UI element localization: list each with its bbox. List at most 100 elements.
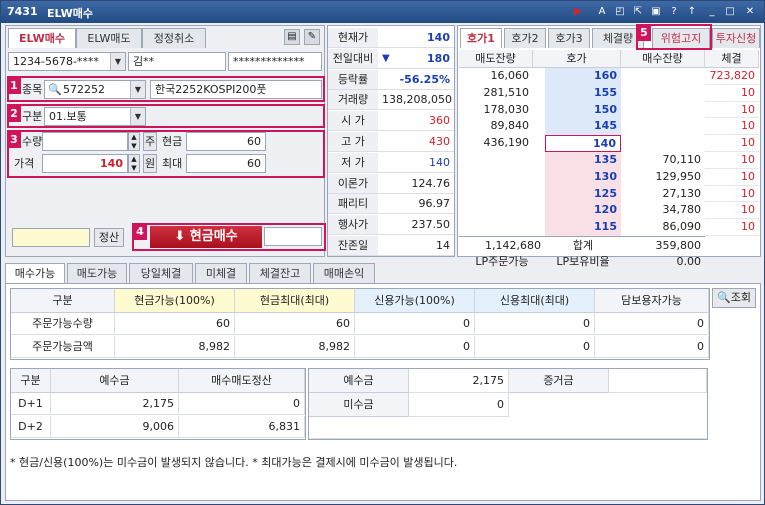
minimize-icon[interactable]: _ <box>705 5 719 19</box>
popup-icon[interactable]: ◰ <box>613 5 627 19</box>
price-stepper[interactable]: ▲ ▼ <box>128 154 140 173</box>
close-icon[interactable]: ✕ <box>743 5 757 19</box>
restore-icon[interactable]: ▣ <box>649 5 663 19</box>
memo-field[interactable] <box>12 228 90 247</box>
lp-ratio-value: 0.00 <box>676 255 702 268</box>
tab-bottom[interactable]: 미체결 <box>195 263 247 283</box>
quote-label: 고 가 <box>328 132 378 152</box>
bottom-panel: 🔍조회 구분 현금가능(100%) 현금최대(최대) 신용가능(100%) 신용최대(최… <box>5 283 761 501</box>
quote-label: 거래량 <box>328 90 378 111</box>
tab-bottom[interactable]: 매도가능 <box>67 263 127 283</box>
badge-1: 1 <box>7 78 21 94</box>
settle-button[interactable]: 정산 <box>94 228 124 247</box>
buy-aux-field[interactable] <box>264 227 322 246</box>
account-select[interactable]: 1234-5678-**** ▼ <box>8 52 126 71</box>
download-icon: ⬇ <box>174 229 190 244</box>
type-label: 구분 <box>22 110 43 123</box>
bid-price[interactable]: 135 <box>545 152 621 169</box>
tab-elw-buy[interactable]: ELW매수 <box>8 28 76 48</box>
fill-value: 10 <box>705 152 759 169</box>
avail-header: 담보용자가능 <box>595 289 709 313</box>
quote-label: 행사가 <box>328 215 378 236</box>
fill-value: 10 <box>705 102 759 119</box>
avail-cell: 0 <box>475 313 595 335</box>
search-icon[interactable]: 🔍 <box>48 81 62 98</box>
qty-label: 수량 <box>22 135 43 148</box>
bid-price[interactable]: 115 <box>545 219 621 236</box>
ask-price[interactable]: 155 <box>545 84 621 102</box>
fill-value: 10 <box>705 118 759 136</box>
price-input[interactable]: 140 <box>42 154 128 173</box>
avail-header: 신용가능(100%) <box>355 289 475 313</box>
tab-risk-notice[interactable]: 위험고지 <box>652 28 710 48</box>
pin-icon[interactable]: ↑ <box>685 5 699 19</box>
deposit-cell: 9,006 <box>51 416 179 438</box>
order-panel: ELW매수 ELW매도 정정취소 ▤ ✎ 1234-5678-**** ▼ 김**… <box>5 25 326 257</box>
avail-cell: 60 <box>115 313 235 335</box>
qty-input[interactable] <box>42 132 128 151</box>
play-icon[interactable]: ▶ <box>571 5 585 19</box>
tab-book2[interactable]: 호가2 <box>504 28 546 48</box>
tab-bottom[interactable]: 당일체결 <box>129 263 193 283</box>
link-icon[interactable]: ⇱ <box>631 5 645 19</box>
tab-elw-sell[interactable]: ELW매도 <box>76 28 142 48</box>
tab-book1[interactable]: 호가1 <box>460 28 502 48</box>
tool-icon[interactable]: ✎ <box>304 29 320 45</box>
bid-qty: 34,780 <box>662 203 702 217</box>
item-label: 종목 <box>22 83 43 96</box>
item-code-input[interactable]: 🔍 572252 ▼ <box>44 80 146 99</box>
max-label: 최대 <box>162 157 183 170</box>
password-field[interactable]: ************* <box>228 52 322 71</box>
deposit-table: 구분 예수금 매수매도정산 D+1 2,175 0 D+2 9,006 6,831 <box>10 368 306 440</box>
margin-header: 증거금 <box>509 369 609 393</box>
deposit-cell: 6,831 <box>179 416 305 438</box>
deposit2-empty <box>309 417 707 439</box>
quote-label: 잔존일 <box>328 236 378 256</box>
bid-price[interactable]: 130 <box>545 168 621 186</box>
deposit-header: 구분 <box>11 369 51 393</box>
bid-price[interactable]: 120 <box>545 202 621 220</box>
tab-bottom[interactable]: 매매손익 <box>313 263 375 283</box>
font-icon[interactable]: A <box>595 5 609 19</box>
order-type-select[interactable]: 01.보통 ▼ <box>44 107 146 126</box>
tab-book3[interactable]: 호가3 <box>548 28 590 48</box>
save-icon[interactable]: ▤ <box>284 29 300 45</box>
ask-price[interactable]: 160 <box>545 68 621 85</box>
quote-value: 360 <box>378 111 454 132</box>
cash-buy-button[interactable]: ⬇ 현금매수 <box>150 226 262 248</box>
bid-qty: 86,090 <box>662 220 702 234</box>
quote-value: -56.25% <box>378 70 454 90</box>
margin-value <box>609 369 707 393</box>
bid-price[interactable]: 125 <box>545 185 621 203</box>
avail-row-label: 주문가능금액 <box>11 336 115 358</box>
avail-header: 구분 <box>11 289 115 313</box>
order-book-panel: 호가1 호가2 호가3 체결량 5 위험고지 투자신청 매도잔량 호가 매수잔량 체결… <box>457 24 761 268</box>
quote-value: 14 <box>378 236 454 256</box>
ask-price[interactable]: 140 <box>545 135 621 152</box>
search-icon: 🔍 <box>717 291 731 304</box>
tab-bottom[interactable]: 매수가능 <box>5 263 65 283</box>
cash-label: 현금 <box>162 135 183 148</box>
title-bar: 7431 ELW매수 ▶ A ◰ ⇱ ▣ ? ↑ _ □ ✕ <box>1 1 764 23</box>
chevron-down-icon: ▼ <box>130 108 145 125</box>
bottom-tab-bar: 매수가능 매도가능 당일체결 미체결 체결잔고 매매손익 <box>5 263 385 285</box>
ask-price[interactable]: 145 <box>545 118 621 136</box>
unpaid-value: 0 <box>409 393 509 417</box>
book-header: 매도잔량 <box>459 50 533 68</box>
maximize-icon[interactable]: □ <box>723 5 737 19</box>
avail-cell: 8,982 <box>115 336 235 358</box>
help-icon[interactable]: ? <box>667 5 681 19</box>
lookup-button[interactable]: 🔍조회 <box>712 288 756 308</box>
tab-bottom[interactable]: 체결잔고 <box>249 263 311 283</box>
chevron-down-icon: ▼ <box>110 53 125 70</box>
avail-cell: 0 <box>355 336 475 358</box>
ask-price[interactable]: 150 <box>545 101 621 119</box>
quote-value: 124.76 <box>378 174 454 194</box>
deposit-summary-table: 예수금 2,175 증거금 미수금 0 <box>308 368 708 440</box>
tab-modify-cancel[interactable]: 정정취소 <box>142 28 206 48</box>
tab-investor-apply[interactable]: 투자신청 <box>712 28 760 48</box>
deposit-row-label: D+1 <box>11 393 51 415</box>
fill-value: 10 <box>705 169 759 186</box>
fill-value: 10 <box>705 186 759 203</box>
qty-stepper[interactable]: ▲ ▼ <box>128 132 140 151</box>
